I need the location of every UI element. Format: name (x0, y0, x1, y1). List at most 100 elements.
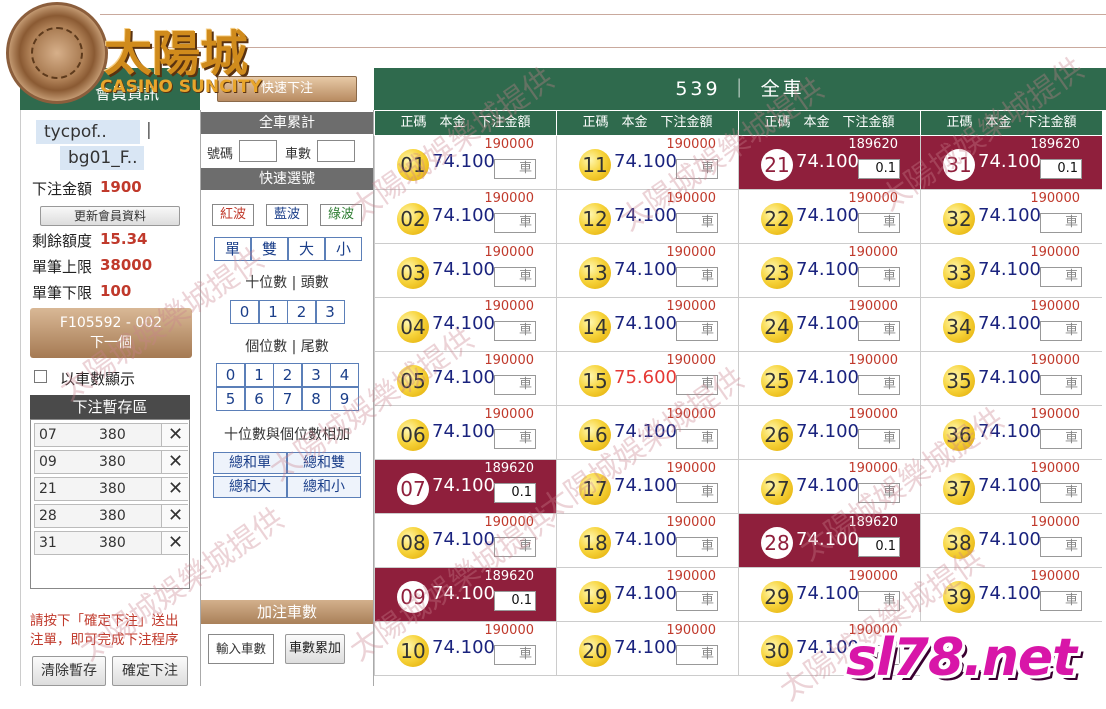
number-ball[interactable]: 30 (761, 635, 793, 667)
number-cell-33[interactable]: 33 74.100 190000 車 (920, 244, 1102, 298)
number-ball[interactable]: 33 (943, 257, 975, 289)
number-ball[interactable]: 32 (943, 203, 975, 235)
bet-amount-input[interactable]: 車 (858, 483, 900, 503)
number-cell-17[interactable]: 17 74.100 190000 車 (556, 460, 738, 514)
bet-amount-input[interactable]: 車 (858, 213, 900, 233)
car-input[interactable] (317, 140, 355, 162)
wave-button-3[interactable]: 綠波 (320, 204, 362, 226)
wave-button-1[interactable]: 紅波 (212, 204, 254, 226)
bet-amount-input[interactable]: 車 (1040, 321, 1082, 341)
number-cell-08[interactable]: 08 74.100 190000 車 (374, 514, 556, 568)
bet-amount-input[interactable]: 車 (676, 483, 718, 503)
number-cell-29[interactable]: 29 74.100 190000 車 (738, 568, 920, 622)
number-cell-39[interactable]: 39 74.100 190000 車 (920, 568, 1102, 622)
number-cell-04[interactable]: 04 74.100 190000 車 (374, 298, 556, 352)
number-cell-24[interactable]: 24 74.100 190000 車 (738, 298, 920, 352)
bet-amount-input[interactable]: 車 (1040, 213, 1082, 233)
number-ball[interactable]: 21 (761, 149, 793, 181)
number-cell-18[interactable]: 18 74.100 190000 車 (556, 514, 738, 568)
number-ball[interactable]: 06 (397, 419, 429, 451)
number-ball[interactable]: 24 (761, 311, 793, 343)
number-cell-35[interactable]: 35 74.100 190000 車 (920, 352, 1102, 406)
number-ball[interactable]: 10 (397, 635, 429, 667)
bet-amount-input[interactable]: 車 (494, 213, 536, 233)
number-ball[interactable]: 11 (579, 149, 611, 181)
number-ball[interactable]: 27 (761, 473, 793, 505)
bet-amount-input[interactable]: 0.1 (494, 591, 536, 611)
number-cell-38[interactable]: 38 74.100 190000 車 (920, 514, 1102, 568)
attr-button[interactable]: 雙 (251, 237, 288, 261)
show-by-car-checkbox[interactable] (34, 370, 47, 383)
number-ball[interactable]: 13 (579, 257, 611, 289)
number-cell-36[interactable]: 36 74.100 190000 車 (920, 406, 1102, 460)
number-ball[interactable]: 07 (397, 473, 429, 505)
number-ball[interactable]: 04 (397, 311, 429, 343)
number-cell-19[interactable]: 19 74.100 190000 車 (556, 568, 738, 622)
number-ball[interactable]: 08 (397, 527, 429, 559)
add-car-button[interactable]: 車數累加 (285, 634, 345, 664)
number-cell-26[interactable]: 26 74.100 190000 車 (738, 406, 920, 460)
number-cell-14[interactable]: 14 74.100 190000 車 (556, 298, 738, 352)
units-button[interactable]: 1 (244, 363, 274, 387)
number-ball[interactable]: 34 (943, 311, 975, 343)
number-cell-11[interactable]: 11 74.100 190000 車 (556, 136, 738, 190)
units-button[interactable]: 8 (301, 387, 331, 411)
sum-button[interactable]: 總和小 (287, 476, 361, 498)
number-cell-31[interactable]: 31 74.100 189620 0.1 (920, 136, 1102, 190)
number-cell-37[interactable]: 37 74.100 190000 車 (920, 460, 1102, 514)
number-ball[interactable]: 02 (397, 203, 429, 235)
number-ball[interactable]: 25 (761, 365, 793, 397)
bet-amount-input[interactable]: 車 (676, 213, 718, 233)
number-ball[interactable]: 17 (579, 473, 611, 505)
bet-amount-input[interactable]: 車 (494, 159, 536, 179)
number-ball[interactable]: 03 (397, 257, 429, 289)
number-cell-09[interactable]: 09 74.100 189620 0.1 (374, 568, 556, 622)
bet-amount-input[interactable]: 0.1 (858, 537, 900, 557)
number-ball[interactable]: 26 (761, 419, 793, 451)
number-cell-12[interactable]: 12 74.100 190000 車 (556, 190, 738, 244)
bet-amount-input[interactable]: 車 (676, 537, 718, 557)
attr-button[interactable]: 大 (288, 237, 325, 261)
update-member-button[interactable]: 更新會員資料 (40, 206, 180, 226)
number-ball[interactable]: 19 (579, 581, 611, 613)
number-ball[interactable]: 18 (579, 527, 611, 559)
bet-amount-input[interactable]: 車 (494, 375, 536, 395)
number-ball[interactable]: 12 (579, 203, 611, 235)
number-ball[interactable]: 23 (761, 257, 793, 289)
number-cell-02[interactable]: 02 74.100 190000 車 (374, 190, 556, 244)
bet-amount-input[interactable]: 車 (494, 645, 536, 665)
bet-amount-input[interactable]: 車 (676, 645, 718, 665)
bet-amount-input[interactable]: 車 (1040, 429, 1082, 449)
bet-amount-input[interactable]: 車 (1040, 537, 1082, 557)
number-cell-34[interactable]: 34 74.100 190000 車 (920, 298, 1102, 352)
bet-amount-input[interactable]: 車 (858, 267, 900, 287)
number-cell-15[interactable]: 15 75.600 190000 車 (556, 352, 738, 406)
number-ball[interactable]: 31 (943, 149, 975, 181)
delete-icon[interactable]: ✕ (161, 532, 189, 554)
number-ball[interactable]: 20 (579, 635, 611, 667)
bet-amount-input[interactable]: 0.1 (494, 483, 536, 503)
delete-icon[interactable]: ✕ (161, 505, 189, 527)
bet-amount-input[interactable]: 0.1 (858, 159, 900, 179)
bet-amount-input[interactable]: 車 (1040, 483, 1082, 503)
number-cell-13[interactable]: 13 74.100 190000 車 (556, 244, 738, 298)
number-ball[interactable]: 28 (761, 527, 793, 559)
number-ball[interactable]: 35 (943, 365, 975, 397)
units-button[interactable]: 3 (301, 363, 331, 387)
number-cell-22[interactable]: 22 74.100 190000 車 (738, 190, 920, 244)
bet-amount-input[interactable]: 0.1 (1040, 159, 1082, 179)
bet-amount-input[interactable]: 車 (494, 429, 536, 449)
number-ball[interactable]: 39 (943, 581, 975, 613)
number-ball[interactable]: 37 (943, 473, 975, 505)
bet-amount-input[interactable]: 車 (494, 321, 536, 341)
number-ball[interactable]: 09 (397, 581, 429, 613)
bet-amount-input[interactable]: 車 (676, 591, 718, 611)
bet-amount-input[interactable]: 車 (676, 267, 718, 287)
number-cell-05[interactable]: 05 74.100 190000 車 (374, 352, 556, 406)
bet-amount-input[interactable]: 車 (1040, 267, 1082, 287)
units-button[interactable]: 4 (330, 363, 359, 387)
tens-button[interactable]: 3 (315, 300, 345, 324)
bet-amount-input[interactable]: 車 (676, 375, 718, 395)
bet-amount-input[interactable]: 車 (858, 591, 900, 611)
number-cell-16[interactable]: 16 74.100 190000 車 (556, 406, 738, 460)
